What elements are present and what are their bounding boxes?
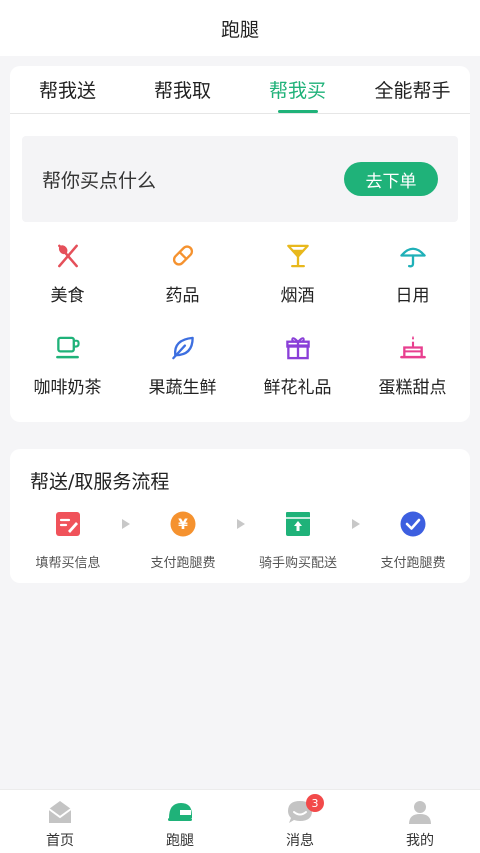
category-label: 蛋糕甜点 [378,378,447,398]
category-food[interactable]: 美食 [10,236,125,306]
pill-icon [172,245,193,266]
tab-all-round-helper[interactable]: 全能帮手 [355,66,470,113]
flow-arrow-icon [122,519,130,529]
nav-label: 跑腿 [166,833,194,849]
category-flowers-gifts[interactable]: 鲜花礼品 [240,328,355,398]
nav-label: 首页 [46,833,74,849]
page-title: 跑腿 [220,18,259,41]
flow-step-label: 支付跑腿费 [380,556,446,571]
nav-errand[interactable]: 跑腿 [120,790,240,853]
app-header: 跑腿 [0,0,480,56]
order-prompt-text: 帮你买点什么 [42,169,157,192]
nav-label: 消息 [286,833,314,849]
flow-step-fill-info: 填帮买信息 [18,511,118,571]
home-mail-icon [48,801,72,823]
flow-arrow-icon [352,519,360,529]
check-circle-icon [400,511,426,537]
category-label: 咖啡奶茶 [33,378,102,398]
flow-step-label: 支付跑腿费 [150,556,216,571]
edit-form-icon [56,512,80,536]
flow-step-pay-final: 支付跑腿费 [363,511,463,571]
category-cakes-desserts[interactable]: 蛋糕甜点 [355,328,470,398]
order-prompt-box: 帮你买点什么 去下单 [22,136,458,222]
cocktail-icon [286,244,309,268]
user-icon [409,801,431,824]
category-label: 果蔬生鲜 [148,378,217,398]
category-tobacco-alcohol[interactable]: 烟酒 [240,236,355,306]
tab-pickup[interactable]: 帮我取 [125,66,240,113]
errand-card: 帮我送 帮我取 帮我买 全能帮手 帮你买点什么 去下单 美食 药品 烟酒 日用 … [10,66,470,422]
flow-step-rider-buy: 骑手购买配送 [248,511,348,571]
category-produce[interactable]: 果蔬生鲜 [125,328,240,398]
category-label: 美食 [50,286,85,306]
category-label: 烟酒 [280,286,315,306]
flow-arrow-icon [237,519,245,529]
category-label: 日用 [395,286,430,306]
gift-icon [285,337,310,360]
nav-label: 我的 [406,833,434,849]
bottom-navigation: 首页 跑腿 消息 3 我的 [0,789,480,853]
flow-title: 帮送/取服务流程 [30,471,170,493]
category-medicine[interactable]: 药品 [125,236,240,306]
place-order-button[interactable]: 去下单 [344,162,438,196]
nav-home[interactable]: 首页 [0,790,120,853]
category-daily-use[interactable]: 日用 [355,236,470,306]
service-flow-card: 帮送/取服务流程 填帮买信息 ¥ 支付跑腿费 骑手购买配送 支付跑腿费 [10,449,470,583]
nav-profile[interactable]: 我的 [360,790,480,853]
yuan-coin-icon: ¥ [170,511,196,537]
category-label: 鲜花礼品 [263,378,332,398]
coffee-cup-icon [55,336,80,359]
tab-buy[interactable]: 帮我买 [240,66,355,113]
nav-messages[interactable]: 消息 3 [240,790,360,853]
flow-step-pay: ¥ 支付跑腿费 [133,511,233,571]
category-label: 药品 [165,286,200,306]
utensils-icon [57,244,78,268]
upload-box-icon [286,512,310,536]
tab-deliver[interactable]: 帮我送 [10,66,125,113]
svg-text:¥: ¥ [178,517,188,533]
unread-badge: 3 [306,794,324,812]
flow-step-label: 填帮买信息 [35,556,101,571]
umbrella-icon [399,247,426,268]
cake-icon [399,335,426,359]
category-grid: 美食 药品 烟酒 日用 咖啡奶茶 果蔬生鲜 鲜花礼品 蛋糕甜点 [10,236,470,398]
leaf-icon [171,336,194,360]
flow-steps: 填帮买信息 ¥ 支付跑腿费 骑手购买配送 支付跑腿费 [10,511,470,571]
helmet-icon [168,803,192,821]
category-coffee-tea[interactable]: 咖啡奶茶 [10,328,125,398]
flow-step-label: 骑手购买配送 [258,556,337,571]
tab-bar: 帮我送 帮我取 帮我买 全能帮手 [10,66,470,114]
